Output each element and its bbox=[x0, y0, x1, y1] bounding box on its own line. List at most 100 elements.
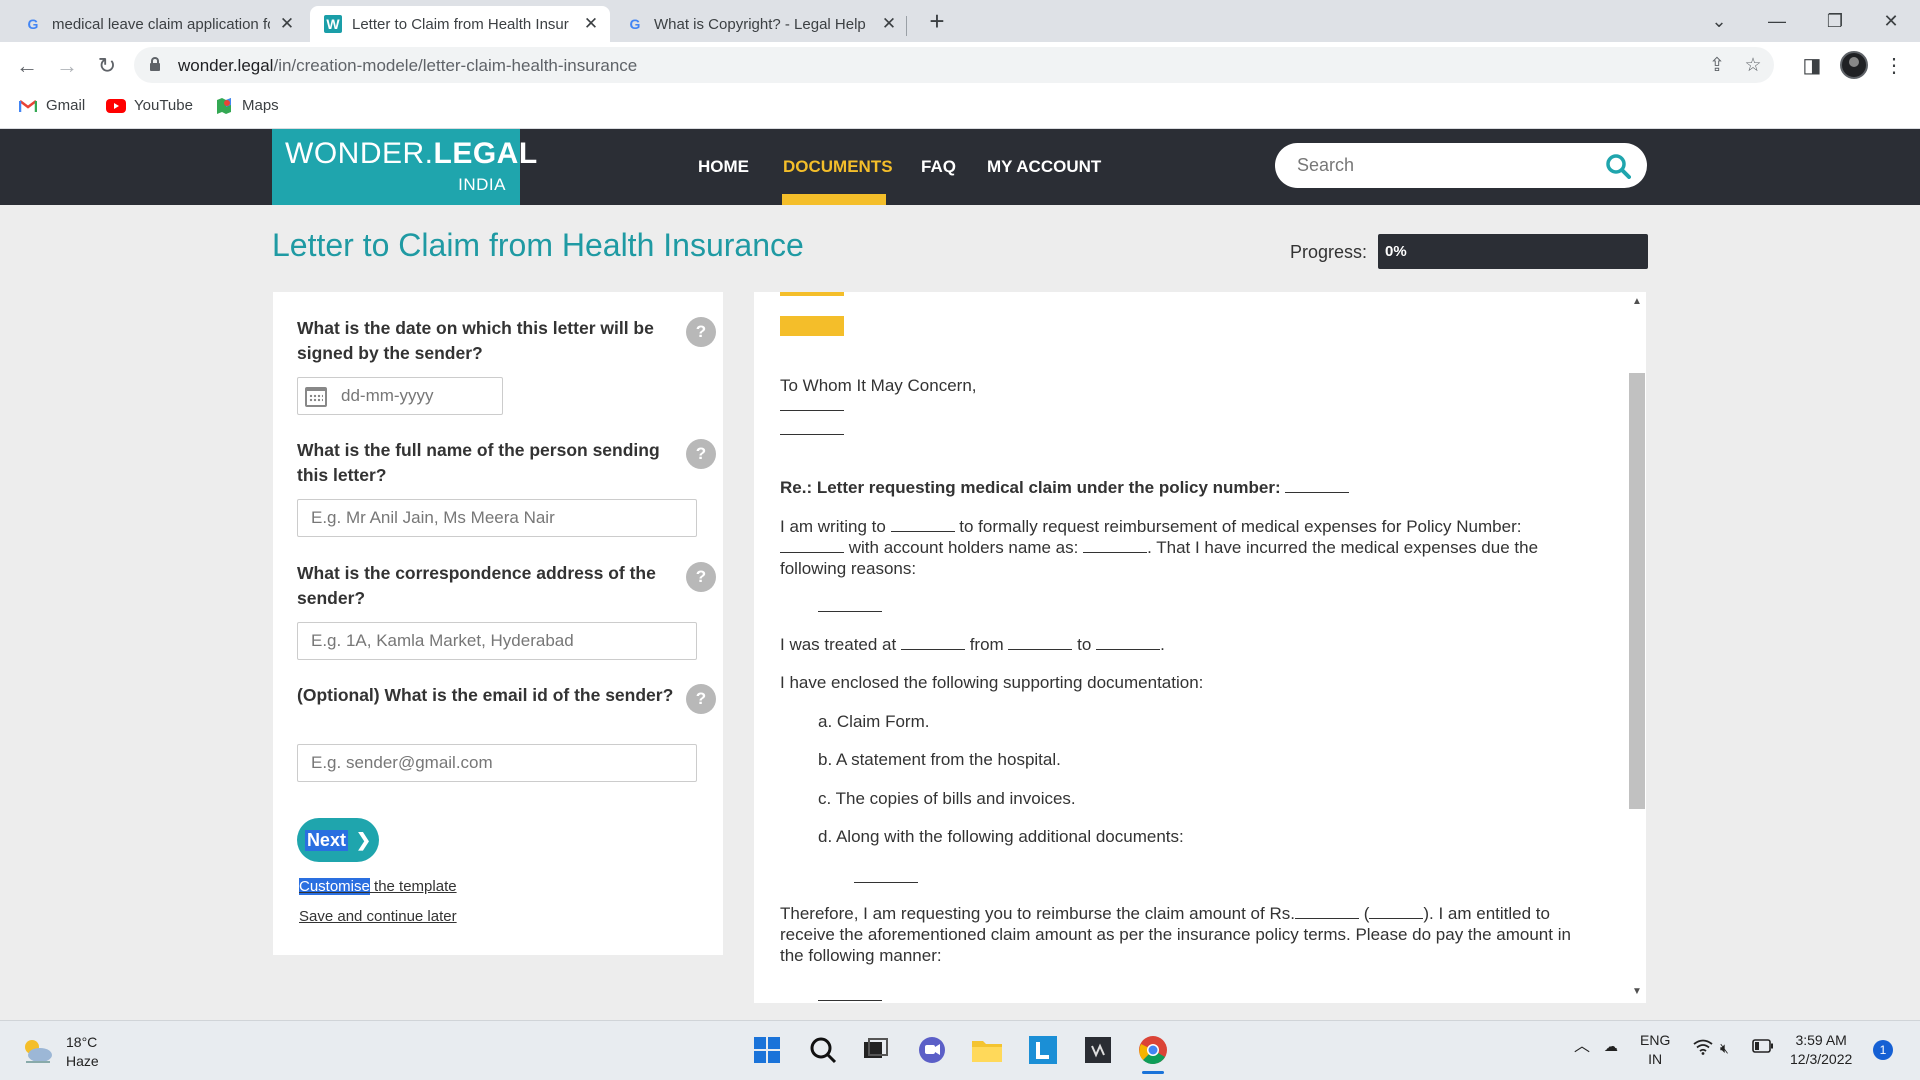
chrome-icon[interactable] bbox=[1136, 1033, 1170, 1067]
tab-medical-leave[interactable]: G medical leave claim application fo ✕ bbox=[10, 6, 306, 42]
questionnaire-panel: What is the date on which this letter wi… bbox=[273, 292, 723, 955]
sender-email-input[interactable] bbox=[311, 753, 671, 773]
nav-my-account[interactable]: MY ACCOUNT bbox=[987, 157, 1101, 177]
show-hidden-icons-icon[interactable]: ︿ bbox=[1574, 1037, 1590, 1056]
youtube-icon bbox=[106, 98, 126, 114]
page-title: Letter to Claim from Health Insurance bbox=[272, 227, 804, 263]
google-icon: G bbox=[27, 16, 39, 32]
nav-faq[interactable]: FAQ bbox=[921, 157, 956, 177]
enclosed-line: I have enclosed the following supporting… bbox=[780, 673, 1204, 692]
wonder-legal-logo[interactable]: WONDER.LEGAL INDIA bbox=[272, 129, 537, 205]
search-icon[interactable] bbox=[806, 1033, 840, 1067]
file-explorer-icon[interactable] bbox=[970, 1033, 1004, 1067]
reload-icon[interactable]: ↻ bbox=[92, 51, 122, 81]
list-item: a. Claim Form. bbox=[818, 712, 930, 731]
salutation: To Whom It May Concern, bbox=[780, 376, 977, 395]
re-line: Re.: Letter requesting medical claim und… bbox=[780, 477, 1350, 498]
sender-name-input[interactable] bbox=[311, 508, 671, 528]
app-vm-icon[interactable] bbox=[1081, 1033, 1115, 1067]
side-panel-icon[interactable]: ◨ bbox=[1798, 52, 1826, 80]
address-bar[interactable]: wonder.legal/in/creation-modele/letter-c… bbox=[134, 47, 1774, 83]
site-search bbox=[1275, 143, 1647, 188]
question-sign-date: What is the date on which this letter wi… bbox=[297, 318, 654, 363]
close-icon[interactable]: ✕ bbox=[880, 14, 898, 34]
browser-tab-bar: G medical leave claim application fo ✕ W… bbox=[0, 0, 1920, 42]
volume-muted-icon[interactable]: 🔇︎ bbox=[1720, 1039, 1729, 1058]
tab-letter-to-claim[interactable]: W Letter to Claim from Health Insur ✕ bbox=[310, 6, 610, 42]
chat-icon[interactable] bbox=[915, 1033, 949, 1067]
close-icon[interactable]: ✕ bbox=[582, 14, 600, 34]
tab-search-icon[interactable]: ⌄ bbox=[1690, 0, 1748, 42]
clock[interactable]: 3:59 AM 12/3/2022 bbox=[1790, 1031, 1852, 1069]
nav-home[interactable]: HOME bbox=[698, 157, 749, 177]
forward-icon[interactable]: → bbox=[52, 51, 82, 81]
app-l-icon[interactable] bbox=[1026, 1033, 1060, 1067]
scroll-down-icon[interactable]: ▼ bbox=[1631, 986, 1643, 997]
help-icon[interactable]: ? bbox=[686, 439, 716, 469]
progress-text: 0% bbox=[1385, 243, 1407, 260]
windows-taskbar: 18°C Haze ︿ ☁ ENG IN 🔇︎ 3:59 AM 12/3/2022 bbox=[0, 1020, 1920, 1080]
lock-icon bbox=[150, 57, 160, 71]
active-app-indicator bbox=[1142, 1071, 1164, 1074]
search-input[interactable] bbox=[1297, 153, 1577, 177]
date-field bbox=[297, 377, 503, 415]
blank-line bbox=[818, 611, 882, 612]
customise-template-link[interactable]: Customise the template bbox=[299, 878, 457, 895]
tab-what-is-copyright[interactable]: G What is Copyright? - Legal Help ✕ bbox=[612, 6, 908, 42]
scrollbar-thumb[interactable] bbox=[1629, 373, 1645, 809]
start-icon[interactable] bbox=[750, 1033, 784, 1067]
sender-address-input[interactable] bbox=[311, 631, 671, 651]
share-icon[interactable]: ⇪ bbox=[1706, 55, 1728, 77]
new-tab-icon[interactable]: + bbox=[922, 6, 952, 36]
help-icon[interactable]: ? bbox=[686, 562, 716, 592]
bookmark-youtube[interactable]: YouTube bbox=[106, 97, 193, 114]
minimize-icon[interactable]: — bbox=[1748, 0, 1806, 42]
language-indicator[interactable]: ENG IN bbox=[1640, 1031, 1670, 1069]
bookmark-star-icon[interactable]: ☆ bbox=[1742, 55, 1764, 77]
calendar-icon[interactable] bbox=[305, 387, 327, 407]
date-input[interactable] bbox=[341, 386, 491, 406]
site-header: WONDER.LEGAL INDIA HOME DOCUMENTS FAQ MY… bbox=[0, 129, 1920, 205]
highlight-blank bbox=[780, 316, 844, 336]
bookmark-maps[interactable]: Maps bbox=[214, 97, 279, 114]
document-preview: To Whom It May Concern, Re.: Letter requ… bbox=[754, 292, 1628, 1003]
save-continue-later-link[interactable]: Save and continue later bbox=[299, 908, 457, 925]
blank-line bbox=[780, 410, 844, 411]
back-icon[interactable]: ← bbox=[12, 51, 42, 81]
gmail-icon bbox=[18, 98, 38, 114]
wonder-legal-icon: W bbox=[324, 15, 342, 33]
profile-avatar[interactable] bbox=[1840, 51, 1868, 79]
paragraph-reimbursement: I am writing to to formally request reim… bbox=[780, 517, 1539, 578]
nav-documents[interactable]: DOCUMENTS bbox=[783, 157, 893, 177]
question-sender-address: What is the correspondence address of th… bbox=[297, 563, 656, 608]
restore-icon[interactable]: ❐ bbox=[1806, 0, 1864, 42]
paragraph-therefore: Therefore, I am requesting you to reimbu… bbox=[780, 904, 1571, 965]
treated-line: I was treated at from to . bbox=[780, 635, 1165, 654]
next-button[interactable]: Next ❯ bbox=[297, 818, 379, 862]
progress-label: Progress: bbox=[1290, 242, 1368, 262]
scroll-up-icon[interactable]: ▲ bbox=[1631, 296, 1643, 307]
progress-bar: 0% bbox=[1378, 234, 1648, 269]
question-sender-name: What is the full name of the person send… bbox=[297, 440, 660, 485]
battery-icon[interactable] bbox=[1752, 1039, 1774, 1058]
task-view-icon[interactable] bbox=[858, 1033, 892, 1067]
weather-widget[interactable]: 18°C Haze bbox=[20, 1033, 99, 1071]
help-icon[interactable]: ? bbox=[686, 684, 716, 714]
window-close-icon[interactable]: ✕ bbox=[1862, 0, 1920, 42]
weather-haze-icon bbox=[25, 1040, 52, 1063]
bookmarks-bar: Gmail YouTube Maps bbox=[0, 89, 1920, 129]
google-icon: G bbox=[629, 16, 641, 32]
search-icon[interactable] bbox=[1605, 153, 1631, 179]
wifi-icon[interactable] bbox=[1693, 1039, 1713, 1060]
menu-icon[interactable]: ⋮ bbox=[1880, 52, 1908, 80]
cloud-icon[interactable]: ☁ bbox=[1604, 1037, 1618, 1056]
blank-line bbox=[818, 1000, 882, 1001]
list-item: d. Along with the following additional d… bbox=[818, 827, 1184, 846]
highlight-blank bbox=[780, 292, 844, 296]
close-icon[interactable]: ✕ bbox=[278, 14, 296, 34]
maps-icon bbox=[214, 97, 234, 114]
help-icon[interactable]: ? bbox=[686, 317, 716, 347]
notification-badge[interactable]: 1 bbox=[1873, 1040, 1893, 1060]
bookmark-gmail[interactable]: Gmail bbox=[18, 97, 85, 114]
question-sender-email: (Optional) What is the email id of the s… bbox=[297, 685, 674, 705]
